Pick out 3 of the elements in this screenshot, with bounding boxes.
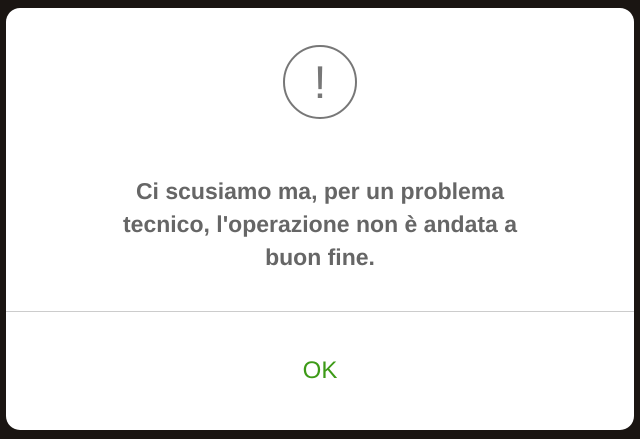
error-message: Ci scusiamo ma, per un problema tecnico, l'operazione non è andata a buon fine.: [122, 177, 518, 272]
ok-button[interactable]: OK: [286, 349, 354, 393]
warning-icon: !: [283, 45, 357, 119]
